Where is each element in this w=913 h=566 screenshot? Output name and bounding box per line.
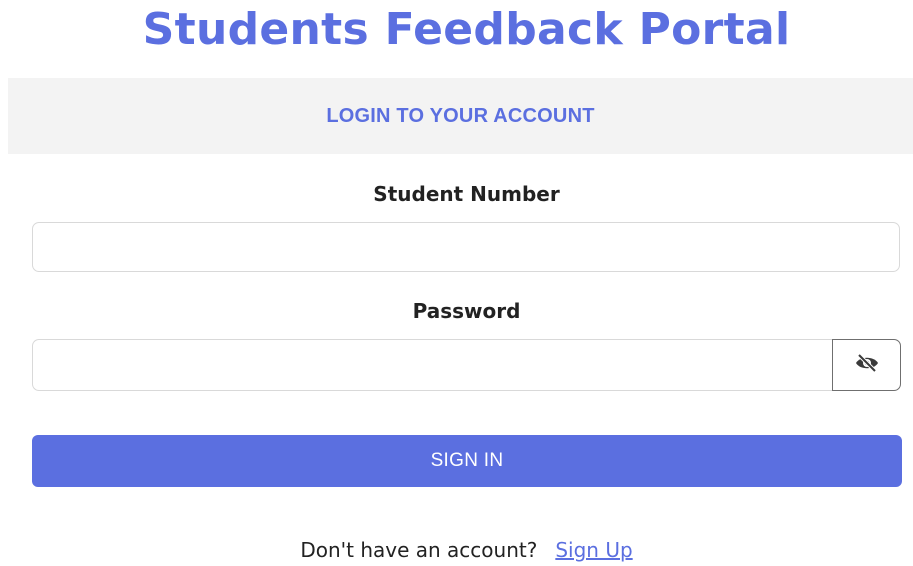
signup-prompt: Don't have an account? (300, 538, 538, 562)
signup-row: Don't have an account? Sign Up (0, 538, 913, 562)
sign-up-link[interactable]: Sign Up (555, 538, 632, 562)
login-card-title: LOGIN TO YOUR ACCOUNT (326, 104, 595, 127)
student-number-input[interactable] (32, 222, 900, 272)
page-title: Students Feedback Portal (142, 4, 791, 55)
password-input[interactable] (32, 339, 832, 391)
sign-in-button[interactable]: SIGN IN (32, 435, 902, 487)
student-number-label: Student Number (373, 182, 560, 206)
password-field-group (32, 339, 901, 391)
password-label: Password (412, 299, 521, 323)
login-card-header: LOGIN TO YOUR ACCOUNT (8, 78, 913, 154)
password-visibility-toggle[interactable] (832, 339, 901, 391)
eye-slash-icon (854, 353, 880, 377)
